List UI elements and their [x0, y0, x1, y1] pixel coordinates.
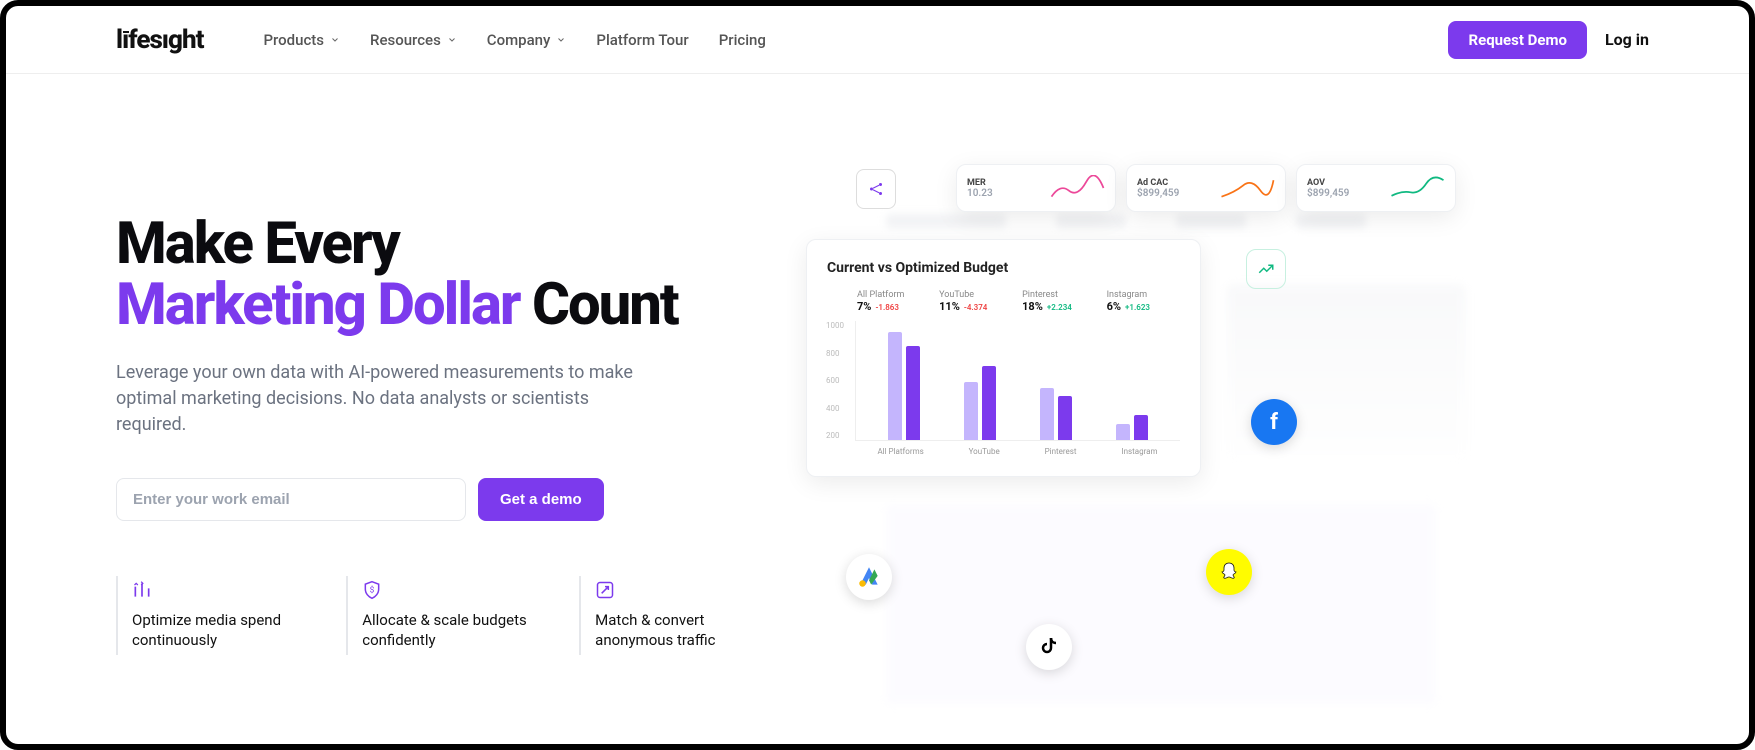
trend-up-icon — [1257, 260, 1275, 278]
snapchat-icon — [1206, 549, 1252, 595]
login-link[interactable]: Log in — [1605, 30, 1649, 49]
aov-card: AOV$899,459 — [1296, 164, 1456, 212]
mer-card: MER10.23 — [956, 164, 1116, 212]
hero-copy: Make Every Marketing Dollar Count Levera… — [116, 134, 806, 655]
hero-section: Make Every Marketing Dollar Count Levera… — [6, 74, 1749, 655]
x-axis-labels: All PlatformsYouTubePinterestInstagram — [855, 447, 1180, 456]
match-icon — [595, 580, 615, 600]
sparkline-icon — [1050, 175, 1105, 201]
main-header: lıfesıght Products Resources Company Pla… — [6, 6, 1749, 74]
chevron-down-icon — [330, 35, 340, 45]
chevron-down-icon — [556, 35, 566, 45]
hero-visual: MER10.23 Ad CAC$899,459 AOV$899,459 Curr… — [806, 134, 1749, 655]
features-row: Optimize media spend continuously $ Allo… — [116, 576, 806, 655]
cta-row: Get a demo — [116, 478, 806, 521]
brand-logo[interactable]: lıfesıght — [116, 25, 203, 55]
y-axis-labels: 1000800600400200 — [826, 321, 844, 440]
adcac-card: Ad CAC$899,459 — [1126, 164, 1286, 212]
share-icon — [867, 180, 885, 198]
get-demo-button[interactable]: Get a demo — [478, 478, 604, 521]
svg-text:$: $ — [370, 585, 375, 596]
budget-chart-card: Current vs Optimized Budget All Platform… — [806, 239, 1201, 477]
feature-match: Match & convert anonymous traffic — [579, 576, 806, 655]
trend-card[interactable] — [1246, 249, 1286, 289]
nav-company[interactable]: Company — [487, 31, 567, 49]
hero-headline: Make Every Marketing Dollar Count — [116, 214, 806, 336]
google-ads-icon — [846, 554, 892, 600]
hero-description: Leverage your own data with AI-powered m… — [116, 360, 656, 438]
nav-platform-tour[interactable]: Platform Tour — [596, 31, 688, 49]
share-icon-button[interactable] — [856, 169, 896, 209]
sparkline-icon — [1390, 175, 1445, 201]
facebook-icon: f — [1251, 399, 1297, 445]
shield-icon: $ — [362, 580, 382, 600]
request-demo-button[interactable]: Request Demo — [1448, 21, 1587, 59]
chevron-down-icon — [447, 35, 457, 45]
chart-stats-row: All Platform7%-1.863 YouTube11%-4.374 Pi… — [827, 290, 1180, 313]
feature-optimize: Optimize media spend continuously — [116, 576, 346, 655]
chart-title: Current vs Optimized Budget — [827, 260, 1180, 276]
feature-allocate: $ Allocate & scale budgets confidently — [346, 576, 579, 655]
settings-icon — [132, 580, 152, 600]
nav-resources[interactable]: Resources — [370, 31, 457, 49]
bar-chart: 1000800600400200 — [855, 321, 1180, 441]
nav-pricing[interactable]: Pricing — [719, 31, 766, 49]
header-right: Request Demo Log in — [1448, 21, 1649, 59]
main-nav: Products Resources Company Platform Tour… — [263, 31, 765, 49]
tiktok-icon — [1026, 624, 1072, 670]
header-left: lıfesıght Products Resources Company Pla… — [116, 25, 766, 55]
sparkline-icon — [1220, 175, 1275, 201]
email-input[interactable] — [116, 478, 466, 521]
nav-products[interactable]: Products — [263, 31, 340, 49]
